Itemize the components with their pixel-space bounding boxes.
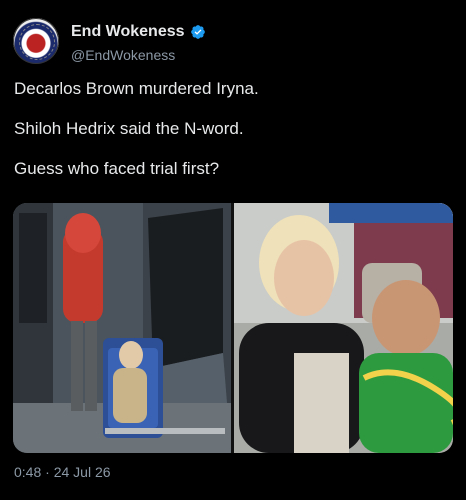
tweet-line: Guess who faced trial first?	[14, 159, 220, 178]
author-avatar[interactable]	[13, 18, 59, 64]
tweet-header: End Wokeness @EndWokeness	[13, 18, 453, 70]
author-handle[interactable]: @EndWokeness	[71, 47, 175, 63]
author-display-name[interactable]: End Wokeness	[71, 23, 185, 41]
tweet-line: Decarlos Brown murdered Iryna.	[14, 79, 259, 98]
media-image-outdoor-photo[interactable]	[234, 203, 453, 453]
verified-badge-icon	[190, 25, 205, 39]
tweet-text: Decarlos Brown murdered Iryna. Shiloh He…	[14, 78, 454, 180]
name-line: End Wokeness	[71, 23, 206, 41]
avatar-badge-ring	[19, 24, 55, 60]
media-image-train-cctv[interactable]	[13, 203, 231, 453]
park-scene-illustration	[234, 203, 453, 453]
tweet-line: Shiloh Hedrix said the N-word.	[14, 119, 244, 138]
media-grid	[13, 203, 453, 453]
train-scene-illustration	[13, 203, 231, 453]
tweet-timestamp[interactable]: 0:48 · 24 Jul 26	[14, 464, 111, 480]
